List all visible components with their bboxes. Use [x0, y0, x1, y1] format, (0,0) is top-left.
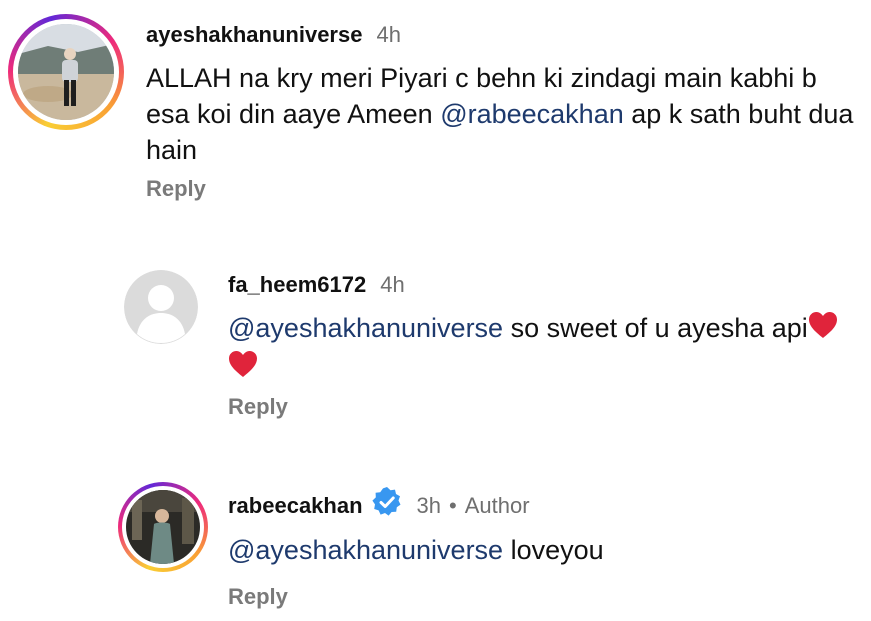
mention-link[interactable]: @ayeshakhanuniverse	[228, 313, 503, 343]
timestamp: 4h	[380, 272, 405, 297]
comment-ayeshakhanuniverse: ayeshakhanuniverse 4h ALLAH na kry meri P…	[0, 0, 871, 220]
author-label: Author	[464, 492, 530, 518]
timestamp: 3h	[416, 492, 442, 518]
separator-dot: •	[449, 492, 457, 518]
heart-icon	[228, 350, 258, 387]
verified-icon	[371, 486, 403, 524]
avatar[interactable]	[118, 482, 208, 572]
username[interactable]: fa_heem6172	[228, 272, 366, 297]
heart-icon	[808, 311, 838, 348]
reply-button[interactable]: Reply	[146, 176, 206, 202]
mention-link[interactable]: @rabeecakhan	[440, 99, 624, 129]
mention-link[interactable]: @ayeshakhanuniverse	[228, 535, 503, 565]
username[interactable]: ayeshakhanuniverse	[146, 22, 362, 47]
comment-rabeecakhan: rabeecakhan 3h • Author @ayeshakhanuniverse…	[0, 470, 871, 621]
comment-header: ayeshakhanuniverse 4h	[146, 22, 401, 48]
avatar-photo	[126, 490, 200, 564]
reply-button[interactable]: Reply	[228, 584, 288, 610]
timestamp: 4h	[376, 22, 401, 47]
reply-button[interactable]: Reply	[228, 394, 288, 420]
comment-header: rabeecakhan 3h • Author	[228, 486, 530, 526]
avatar[interactable]	[124, 270, 198, 344]
comment-text: @ayeshakhanuniverse so sweet of u ayesha…	[228, 310, 863, 387]
comment-text: @ayeshakhanuniverse loveyou	[228, 535, 604, 565]
avatar[interactable]	[8, 14, 124, 130]
username[interactable]: rabeecakhan	[228, 493, 363, 518]
avatar-photo	[18, 24, 114, 120]
comment-fa-heem6172: fa_heem6172 4h @ayeshakhanuniverse so swe…	[0, 250, 871, 430]
comment-text: ALLAH na kry meri Piyari c behn ki zinda…	[146, 63, 854, 165]
comment-header: fa_heem6172 4h	[228, 272, 405, 298]
default-avatar-icon	[124, 270, 198, 344]
